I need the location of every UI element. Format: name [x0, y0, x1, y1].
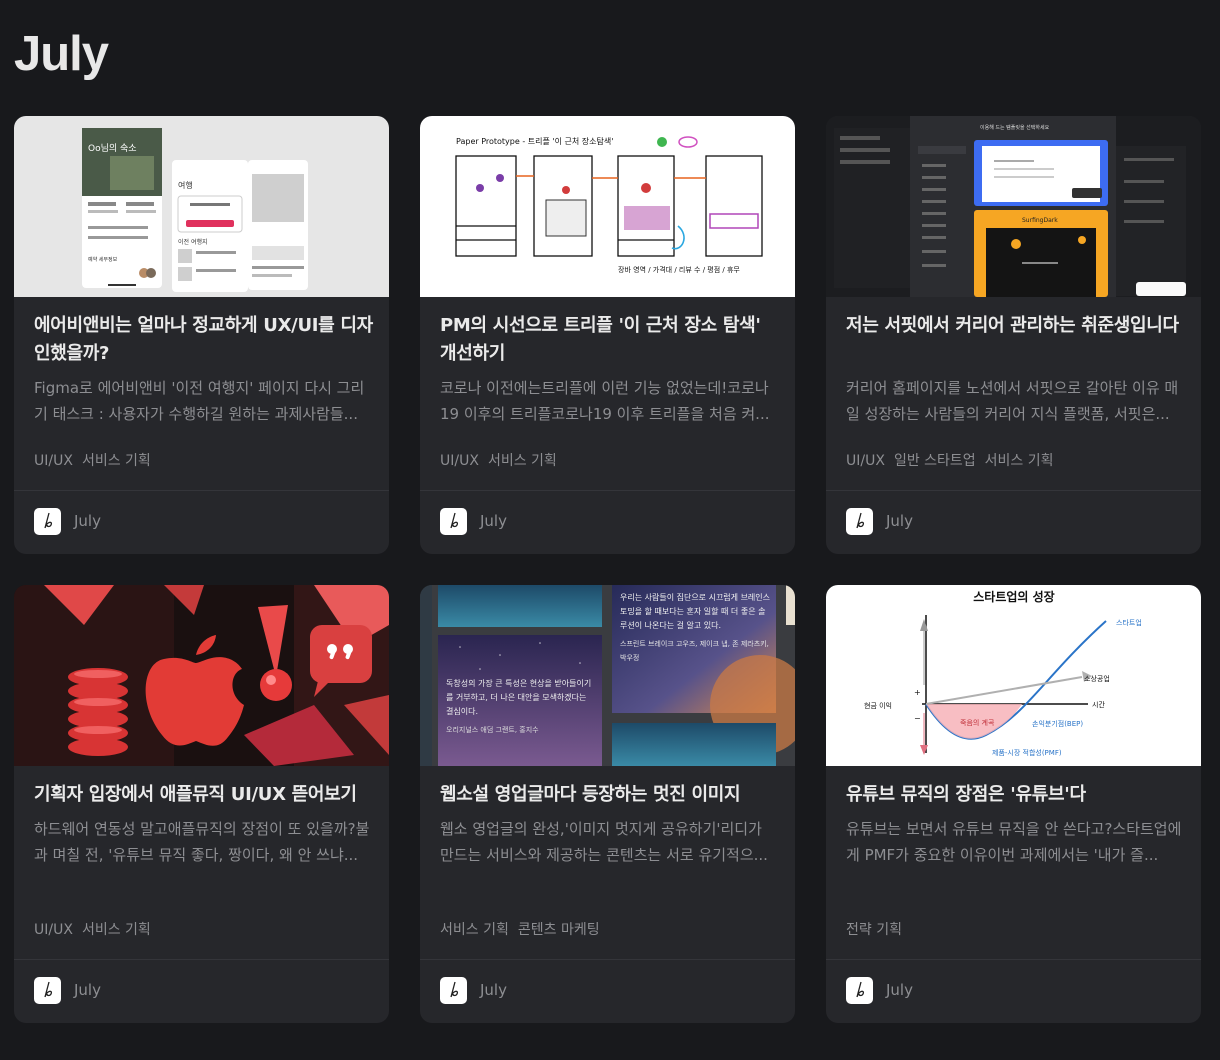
- tag-list: 서비스 기획 콘텐츠 마케팅: [440, 919, 609, 939]
- avatar: [846, 507, 873, 535]
- thumb-chart-title: 스타트업의 성장: [973, 589, 1054, 604]
- tag-list: UI/UX 일반 스타트업 서비스 기획: [846, 450, 1063, 470]
- thumb-quote-2: 우리는 사람들이 집단으로 시끄럽게 브레인스토밍을 할 때보다는 혼자 일할 …: [620, 593, 770, 630]
- thumb-phone-title: Oo님의 숙소: [88, 143, 137, 154]
- post-title[interactable]: 저는 서핏에서 커리어 관리하는 취준생입니다: [846, 312, 1186, 340]
- author-name: July: [74, 512, 101, 530]
- post-description: 하드웨어 연동성 말고애플뮤직의 장점이 또 있을까?불과 며칠 전, '유튜브…: [34, 820, 370, 864]
- post-title[interactable]: 에어비앤비는 얼마나 정교하게 UX/UI를 디자인했을까?: [34, 312, 374, 368]
- tag[interactable]: 서비스 기획: [440, 922, 509, 938]
- thumbnail-image: 이용해 드는 템플릿을 선택하세요 SurfingDark: [826, 116, 1201, 297]
- tag[interactable]: 콘텐츠 마케팅: [518, 922, 600, 938]
- svg-text:시간: 시간: [1092, 700, 1105, 709]
- svg-text:예약 세부정보: 예약 세부정보: [88, 256, 118, 263]
- post-card-webnovel[interactable]: 독창성의 가장 큰 특성은 현상을 받아들이기를 거부하고, 더 나은 대안을 …: [420, 585, 795, 1023]
- avatar: [34, 976, 61, 1004]
- tag-list: UI/UX 서비스 기획: [34, 919, 160, 939]
- signature-icon: [855, 981, 864, 998]
- svg-text:손익분기점(BEP): 손익분기점(BEP): [1032, 719, 1083, 728]
- avatar: [34, 507, 61, 535]
- signature-icon: [43, 981, 52, 998]
- author[interactable]: July: [440, 976, 507, 1004]
- divider: [420, 959, 795, 960]
- post-description: 커리어 홈페이지를 노션에서 서핏으로 갈아탄 이유 매일 성장하는 사람들의 …: [846, 379, 1179, 423]
- post-card-apple-music[interactable]: 기획자 입장에서 애플뮤직 UI/UX 뜯어보기 하드웨어 연동성 말고애플뮤직…: [14, 585, 389, 1023]
- thumb-modal-title: 이용해 드는 템플릿을 선택하세요: [980, 124, 1050, 131]
- divider: [826, 959, 1201, 960]
- post-title[interactable]: 기획자 입장에서 애플뮤직 UI/UX 뜯어보기: [34, 781, 374, 809]
- thumb-sketch-header: Paper Prototype - 트리플 '이 근처 장소탐색': [456, 136, 613, 146]
- tag-list: UI/UX 서비스 기획: [440, 450, 566, 470]
- tag[interactable]: 서비스 기획: [488, 453, 557, 469]
- svg-text:제품-시장 적합성(PMF): 제품-시장 적합성(PMF): [992, 748, 1062, 757]
- author-name: July: [480, 981, 507, 999]
- post-card-surfit[interactable]: 이용해 드는 템플릿을 선택하세요 SurfingDark 저는 서핏에서 커리…: [826, 116, 1201, 554]
- avatar: [440, 976, 467, 1004]
- thumb-theme-label: SurfingDark: [1022, 217, 1058, 224]
- tag[interactable]: 서비스 기획: [985, 453, 1054, 469]
- thumbnail-image: 독창성의 가장 큰 특성은 현상을 받아들이기를 거부하고, 더 나은 대안을 …: [420, 585, 795, 766]
- svg-text:소상공업: 소상공업: [1084, 674, 1110, 683]
- tag[interactable]: 전략 기획: [846, 922, 902, 938]
- svg-text:이전 여행지: 이전 여행지: [178, 238, 208, 246]
- page-title: July: [14, 27, 109, 81]
- signature-icon: [449, 512, 458, 529]
- author[interactable]: July: [34, 976, 101, 1004]
- author[interactable]: July: [34, 507, 101, 535]
- signature-icon: [449, 981, 458, 998]
- thumbnail-image: Oo님의 숙소 예약 세부정보 여행 이전 여행지: [14, 116, 389, 297]
- post-title[interactable]: 웹소설 영업글마다 등장하는 멋진 이미지: [440, 781, 780, 809]
- author[interactable]: July: [846, 976, 913, 1004]
- divider: [826, 490, 1201, 491]
- post-card-airbnb[interactable]: Oo님의 숙소 예약 세부정보 여행 이전 여행지 에어비앤비는 얼마나 정교하…: [14, 116, 389, 554]
- thumb-quote-1-source: 오리지널스 애덤 그랜트, 홍지수: [446, 726, 539, 734]
- post-title[interactable]: 유튜브 뮤직의 장점은 '유튜브'다: [846, 781, 1186, 809]
- tag-list: UI/UX 서비스 기획: [34, 450, 160, 470]
- tag[interactable]: 서비스 기획: [82, 453, 151, 469]
- svg-text:현금 이익: 현금 이익: [864, 701, 892, 710]
- post-description: 유튜브는 보면서 유튜브 뮤직을 안 쓴다고?스타트업에게 PMF가 중요한 이…: [846, 820, 1182, 864]
- thumbnail-image: 스타트업의 성장 스타트업 소상공업 시간 현금 이익 + − 죽음의 계곡 손…: [826, 585, 1201, 766]
- post-description: 코로나 이전에는트리플에 이런 기능 없었는데!코로나19 이후의 트리플코로나…: [440, 379, 770, 423]
- post-description: 웹소 영업글의 완성,'이미지 멋지게 공유하기'리디가 만드는 서비스와 제공…: [440, 820, 768, 864]
- tag[interactable]: 서비스 기획: [82, 922, 151, 938]
- svg-text:−: −: [914, 714, 921, 723]
- author-name: July: [480, 512, 507, 530]
- tag[interactable]: 일반 스타트업: [894, 453, 976, 469]
- thumb-sketch-note: 장바 영역 / 가격대 / 리뷰 수 / 평점 / 휴무: [618, 265, 740, 274]
- divider: [14, 490, 389, 491]
- thumb-quote-2-source: 스프린트 브레이크 고우즈, 제이크 냅, 존 제라츠키, 박우정: [620, 640, 769, 662]
- svg-text:죽음의 계곡: 죽음의 계곡: [960, 718, 995, 727]
- tag[interactable]: UI/UX: [34, 453, 73, 469]
- post-card-youtube-music[interactable]: 스타트업의 성장 스타트업 소상공업 시간 현금 이익 + − 죽음의 계곡 손…: [826, 585, 1201, 1023]
- signature-icon: [855, 512, 864, 529]
- post-card-triple[interactable]: Paper Prototype - 트리플 '이 근처 장소탐색' 장바 영역 …: [420, 116, 795, 554]
- svg-text:스타트업: 스타트업: [1116, 618, 1142, 627]
- avatar: [440, 507, 467, 535]
- author-name: July: [886, 981, 913, 999]
- post-description: Figma로 에어비앤비 '이전 여행지' 페이지 다시 그리기 태스크 : 사…: [34, 379, 365, 423]
- author-name: July: [74, 981, 101, 999]
- thumbnail-image: [14, 585, 389, 766]
- tag-list: 전략 기획: [846, 919, 911, 939]
- svg-text:여행: 여행: [178, 180, 193, 190]
- svg-text:+: +: [914, 688, 921, 697]
- author-name: July: [886, 512, 913, 530]
- tag[interactable]: UI/UX: [34, 922, 73, 938]
- signature-icon: [43, 512, 52, 529]
- divider: [420, 490, 795, 491]
- post-title[interactable]: PM의 시선으로 트리플 '이 근처 장소 탐색' 개선하기: [440, 312, 780, 368]
- avatar: [846, 976, 873, 1004]
- divider: [14, 959, 389, 960]
- tag[interactable]: UI/UX: [440, 453, 479, 469]
- thumbnail-image: Paper Prototype - 트리플 '이 근처 장소탐색' 장바 영역 …: [420, 116, 795, 297]
- author[interactable]: July: [440, 507, 507, 535]
- tag[interactable]: UI/UX: [846, 453, 885, 469]
- author[interactable]: July: [846, 507, 913, 535]
- thumb-quote-1: 독창성의 가장 큰 특성은 현상을 받아들이기를 거부하고, 더 나은 대안을 …: [446, 679, 592, 716]
